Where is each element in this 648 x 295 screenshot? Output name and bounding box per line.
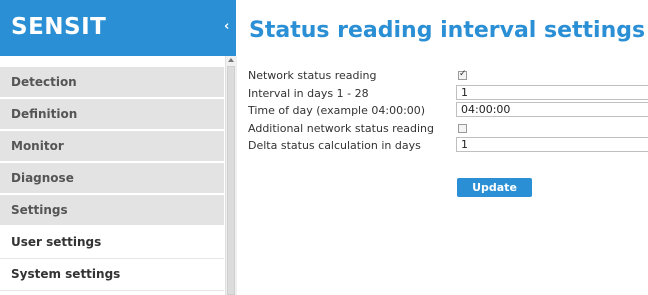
- update-button[interactable]: Update: [457, 178, 532, 197]
- form-row-interval: Interval in days 1 - 28: [248, 84, 648, 103]
- interval-days-label: Interval in days 1 - 28: [248, 86, 369, 100]
- sidebar-item-label: Diagnose: [11, 171, 74, 185]
- sidebar-item-label: Definition: [11, 107, 78, 121]
- sidebar-item-definition[interactable]: Definition: [0, 99, 224, 131]
- sidebar-item-system-settings[interactable]: System settings: [0, 259, 224, 291]
- sidebar-item-label: User settings: [11, 235, 102, 249]
- scroll-up-icon[interactable]: [228, 58, 234, 62]
- delta-days-label: Delta status calculation in days: [248, 139, 421, 152]
- sidebar: SENSIT ‹ Detection Definition Monitor Di…: [0, 0, 237, 295]
- collapse-sidebar-icon[interactable]: ‹: [224, 19, 229, 34]
- app-logo: SENSIT: [11, 14, 107, 40]
- delta-days-input[interactable]: [456, 137, 648, 152]
- sidebar-item-label: System settings: [11, 267, 121, 281]
- sidebar-item-user-settings[interactable]: User settings: [0, 227, 224, 259]
- time-of-day-label: Time of day (example 04:00:00): [248, 104, 426, 117]
- sidebar-item-diagnose[interactable]: Diagnose: [0, 163, 224, 195]
- interval-settings-form: Network status reading ✓ Interval in day…: [248, 67, 648, 155]
- sidebar-item-settings[interactable]: Settings: [0, 195, 224, 227]
- network-status-reading-label: Network status reading: [248, 69, 377, 82]
- sidebar-item-label: Detection: [11, 75, 77, 89]
- form-row-additional-reading: Additional network status reading ✓: [248, 120, 648, 138]
- additional-reading-checkbox[interactable]: ✓: [458, 123, 467, 133]
- form-row-time-of-day: Time of day (example 04:00:00): [248, 102, 648, 120]
- interval-days-input[interactable]: [456, 84, 648, 100]
- sidebar-item-monitor[interactable]: Monitor: [0, 131, 224, 163]
- form-row-delta-days: Delta status calculation in days: [248, 137, 648, 155]
- additional-reading-label: Additional network status reading: [248, 121, 434, 135]
- sidebar-nav: Detection Definition Monitor Diagnose Se…: [0, 67, 224, 291]
- scrollbar-thumb[interactable]: [227, 66, 235, 295]
- checkmark-icon: ✓: [459, 69, 467, 79]
- brand-header: SENSIT ‹: [0, 0, 236, 56]
- time-of-day-input[interactable]: [456, 102, 648, 117]
- page-title: Status reading interval settings: [249, 18, 646, 43]
- network-status-reading-checkbox[interactable]: ✓: [458, 69, 467, 80]
- sidebar-item-label: Monitor: [11, 139, 64, 153]
- form-row-network-status: Network status reading ✓: [248, 67, 648, 85]
- sidebar-item-detection[interactable]: Detection: [0, 67, 224, 99]
- sidebar-item-label: Settings: [11, 203, 68, 217]
- sidebar-scrollbar[interactable]: [225, 56, 237, 295]
